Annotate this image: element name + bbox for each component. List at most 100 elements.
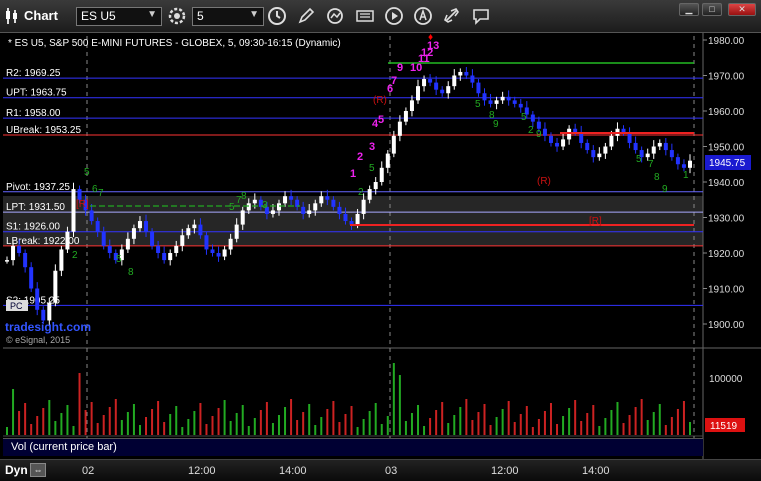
volume-bar — [314, 425, 317, 435]
volume-bar — [290, 399, 293, 435]
volume-bar — [453, 415, 456, 435]
svg-text:2: 2 — [528, 125, 534, 136]
price-bar-body — [416, 86, 421, 101]
play-button[interactable] — [383, 5, 405, 27]
symbol-dropdown-icon[interactable]: ▼ — [147, 9, 157, 20]
volume-bar — [574, 400, 577, 435]
price-bar-body — [252, 199, 257, 204]
refresh-button[interactable] — [324, 5, 346, 27]
volume-bar — [175, 406, 178, 435]
volume-bar — [48, 400, 51, 435]
link-button[interactable] — [441, 5, 463, 27]
svg-text:9: 9 — [493, 119, 499, 130]
svg-text:1: 1 — [683, 170, 689, 181]
volume-bar — [102, 415, 105, 435]
svg-text:5: 5 — [378, 114, 384, 126]
volume-bar — [392, 363, 395, 435]
comment-button[interactable] — [470, 5, 492, 27]
price-bar-body — [597, 153, 602, 158]
price-bar-body — [361, 199, 366, 214]
price-bar-body — [409, 100, 414, 111]
price-bar-body — [355, 213, 360, 225]
price-bar-body — [585, 142, 590, 151]
volume-bar — [622, 423, 625, 435]
volume-bar — [598, 426, 601, 435]
volume-pane-title: Vol (current price bar) — [3, 438, 703, 456]
price-bar-body — [609, 135, 614, 147]
price-bar-body — [542, 128, 547, 136]
svg-text:5: 5 — [475, 99, 481, 110]
price-bar-body — [101, 231, 106, 246]
volume-bar — [628, 415, 631, 435]
price-bar-body — [530, 114, 535, 122]
volume-bar — [151, 409, 154, 435]
price-tick-label: 1950.00 — [708, 143, 745, 154]
price-bar-body — [276, 203, 281, 211]
svg-text:9: 9 — [536, 129, 542, 140]
price-bar-body — [137, 221, 142, 229]
volume-bar — [229, 421, 232, 435]
price-bar-body — [567, 128, 572, 140]
symbol-settings-button[interactable] — [166, 5, 188, 27]
svg-text:5: 5 — [229, 202, 235, 213]
dom-button[interactable] — [354, 5, 376, 27]
volume-bar — [217, 408, 220, 435]
price-tick-label: 1930.00 — [708, 214, 745, 225]
volume-bar — [211, 416, 214, 435]
price-bar-body — [307, 210, 312, 214]
price-bar-body — [107, 245, 112, 253]
volume-bar — [326, 409, 329, 435]
volume-bar — [163, 422, 166, 435]
volume-bar — [495, 417, 498, 435]
volume-bar — [556, 424, 559, 435]
price-bar-body — [125, 238, 130, 250]
svg-text:5: 5 — [636, 154, 642, 165]
clock-icon — [268, 7, 286, 25]
volume-bar — [72, 426, 75, 435]
draw-tool-button[interactable] — [295, 5, 317, 27]
volume-bar — [507, 401, 510, 435]
volume-bar — [483, 404, 486, 435]
price-bar-body — [337, 206, 342, 214]
volume-bar — [689, 422, 691, 435]
symbol-input[interactable]: ES U5 ▼ — [76, 7, 162, 26]
minimize-button[interactable]: ▁ — [679, 3, 699, 16]
volume-bar — [24, 403, 27, 435]
price-bar-body — [518, 103, 523, 108]
svg-text:5: 5 — [84, 167, 90, 178]
price-tick-label: 1980.00 — [708, 36, 745, 47]
interval-dropdown-icon[interactable]: ▼ — [249, 9, 259, 20]
scale-lock-icon[interactable]: ⇔ — [30, 463, 46, 477]
price-bar-body — [192, 224, 197, 229]
price-bar-body — [397, 121, 402, 136]
price-bar-body — [95, 221, 100, 232]
volume-bar — [157, 401, 160, 435]
volume-bar — [126, 412, 129, 435]
price-bar-body — [621, 128, 626, 133]
interval-clock-button[interactable] — [266, 5, 288, 27]
price-bar-body — [633, 142, 638, 151]
price-bar-body — [434, 82, 439, 90]
maximize-button[interactable]: □ — [702, 3, 722, 16]
volume-bar — [519, 414, 522, 435]
pc-badge-label: PC — [10, 301, 23, 311]
close-button[interactable]: ✕ — [728, 3, 756, 16]
price-bar-body — [180, 235, 185, 246]
price-bar-body — [645, 153, 650, 158]
svg-text:5: 5 — [521, 112, 527, 123]
alert-button[interactable] — [412, 5, 434, 27]
price-bar-body — [379, 167, 384, 182]
price-bar-body — [548, 135, 553, 143]
volume-bar — [338, 422, 341, 435]
volume-bar — [441, 402, 444, 435]
price-bar-body — [555, 142, 560, 147]
link-icon — [444, 8, 459, 23]
volume-bar — [60, 413, 63, 435]
volume-bar — [404, 421, 407, 435]
interval-input[interactable]: 5 ▼ — [192, 7, 264, 26]
price-bar-body — [506, 96, 511, 101]
time-label: 14:00 — [582, 465, 610, 477]
level-label: S1: 1926.00 — [6, 222, 60, 233]
dyn-mode[interactable]: Dyn — [5, 463, 28, 477]
price-chart[interactable]: R2: 1969.25 UPT: 1963.75 R1: 1958.00 UBreak… — [0, 33, 761, 461]
